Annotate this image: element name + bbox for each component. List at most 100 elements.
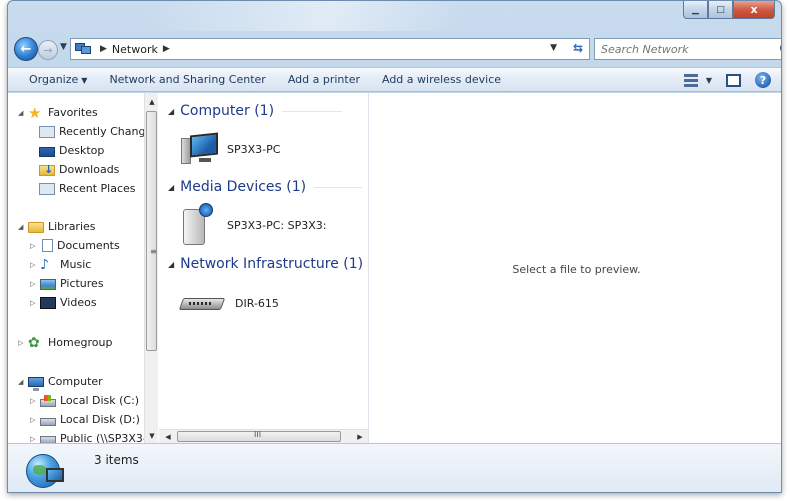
network-item-computer[interactable]: SP3X3-PC (181, 131, 280, 167)
nav-desktop[interactable]: Desktop (39, 141, 104, 160)
router-icon (178, 292, 226, 314)
command-bar-right: ▼ ? (683, 72, 771, 88)
forward-button[interactable]: → (38, 40, 58, 60)
collapsed-triangle-icon[interactable]: ▷ (30, 416, 40, 424)
navigation-scrollbar[interactable]: ▲ ≡ ▼ (144, 93, 158, 443)
expanded-triangle-icon[interactable]: ◢ (18, 378, 28, 386)
nav-favorites[interactable]: ◢ ★ Favorites (18, 103, 98, 122)
nav-computer-label: Computer (48, 375, 103, 388)
nav-local-disk-c[interactable]: ▷ Local Disk (C:) (30, 391, 139, 410)
help-icon[interactable]: ? (755, 72, 771, 88)
nav-documents-label: Documents (57, 239, 120, 252)
navigation-pane: ◢ ★ Favorites Recently Change Desktop Do… (8, 93, 158, 443)
nav-local-disk-d-label: Local Disk (D:) (60, 413, 140, 426)
group-header-label: Network Infrastructure (1) (180, 256, 364, 272)
network-sharing-center-button[interactable]: Network and Sharing Center (102, 73, 272, 86)
nav-videos-label: Videos (60, 296, 97, 309)
collapsed-triangle-icon[interactable]: ▷ (30, 242, 40, 250)
close-button[interactable]: x (733, 1, 775, 19)
network-item-router[interactable]: DIR-615 (178, 285, 279, 321)
title-bar-glass (148, 1, 668, 31)
libraries-icon (28, 222, 44, 233)
nav-desktop-label: Desktop (59, 144, 105, 157)
scroll-down-arrow-icon[interactable]: ▼ (145, 429, 158, 443)
group-header-media-devices[interactable]: ◢ Media Devices (1) (168, 177, 363, 197)
scrollbar-thumb[interactable]: ≡ (146, 111, 157, 351)
group-header-label: Media Devices (1) (180, 179, 307, 195)
chevron-down-icon: ▼ (705, 75, 712, 85)
scrollbar-grip: III (254, 430, 262, 439)
system-drive-icon (40, 394, 56, 407)
preview-message: Select a file to preview. (512, 263, 641, 276)
breadcrumb-network[interactable]: Network (112, 43, 158, 56)
add-wireless-device-button[interactable]: Add a wireless device (375, 73, 508, 86)
preview-pane-icon[interactable] (726, 73, 741, 87)
scroll-right-arrow-icon[interactable]: ▶ (353, 430, 367, 443)
nav-libraries-label: Libraries (48, 220, 96, 233)
back-button[interactable]: ← (14, 37, 38, 61)
pictures-icon (40, 279, 56, 290)
nav-recently-changed-label: Recently Change (59, 125, 153, 138)
collapsed-triangle-icon[interactable]: ▷ (30, 435, 40, 443)
nav-documents[interactable]: ▷ Documents (30, 236, 120, 255)
recent-pages-dropdown[interactable]: ▼ (60, 42, 67, 52)
recent-places-icon (39, 183, 55, 195)
collapse-triangle-icon[interactable]: ◢ (168, 260, 174, 269)
nav-downloads[interactable]: Downloads (39, 160, 119, 179)
collapsed-triangle-icon[interactable]: ▷ (30, 280, 40, 288)
desktop-icon (39, 146, 55, 157)
group-header-computer[interactable]: ◢ Computer (1) (168, 101, 343, 121)
horizontal-scrollbar[interactable]: ◀ III ▶ (159, 429, 368, 443)
nav-recently-changed[interactable]: Recently Change (39, 122, 152, 141)
address-history-dropdown-icon[interactable]: ▼ (550, 43, 557, 53)
forward-arrow-icon: → (43, 43, 53, 57)
minimize-button[interactable]: ▁ (683, 1, 708, 19)
collapse-triangle-icon[interactable]: ◢ (168, 183, 174, 192)
music-icon: ♪ (40, 256, 49, 273)
documents-icon (42, 239, 53, 252)
maximize-button[interactable]: □ (708, 1, 733, 19)
nav-homegroup[interactable]: ▷ ✿ Homegroup (18, 333, 112, 352)
drive-icon (40, 417, 56, 426)
change-view-button[interactable]: ▼ (683, 73, 712, 87)
network-items-pane: ◢ Computer (1) SP3X3-PC ◢ Media Devices … (159, 93, 369, 443)
breadcrumb-separator-icon[interactable]: ▶ (100, 44, 107, 54)
nav-videos[interactable]: ▷ Videos (30, 293, 97, 312)
nav-music[interactable]: ▷ ♪ Music (30, 255, 91, 274)
back-arrow-icon: ← (20, 41, 32, 57)
breadcrumb-chevron-icon[interactable]: ▶ (163, 44, 170, 54)
homegroup-icon: ✿ (28, 334, 40, 351)
expanded-triangle-icon[interactable]: ◢ (18, 109, 28, 117)
item-label: SP3X3-PC: SP3X3: (227, 218, 327, 232)
add-printer-button[interactable]: Add a printer (281, 73, 367, 86)
address-bar[interactable]: ▶ Network ▶ ▼ ⇆ (70, 38, 590, 60)
nav-public-share[interactable]: ▷ Public (\\SP3X3-I (30, 429, 150, 443)
scroll-left-arrow-icon[interactable]: ◀ (161, 430, 175, 443)
collapsed-triangle-icon[interactable]: ▷ (30, 397, 40, 405)
search-input[interactable] (601, 42, 771, 56)
details-pane: 3 items (8, 443, 781, 492)
nav-pictures[interactable]: ▷ Pictures (30, 274, 104, 293)
group-header-network-infrastructure[interactable]: ◢ Network Infrastructure (1) (168, 254, 368, 274)
nav-homegroup-label: Homegroup (48, 336, 113, 349)
organize-menu[interactable]: Organize ▼ (22, 73, 94, 86)
nav-libraries[interactable]: ◢ Libraries (18, 217, 96, 236)
search-icon[interactable] (780, 43, 781, 53)
collapsed-triangle-icon[interactable]: ▷ (30, 299, 40, 307)
chevron-down-icon: ▼ (81, 76, 88, 85)
nav-recent-places[interactable]: Recent Places (39, 179, 136, 198)
views-icon (683, 73, 700, 87)
scrollbar-thumb[interactable]: III (177, 430, 341, 442)
nav-local-disk-d[interactable]: ▷ Local Disk (D:) (30, 410, 140, 429)
caption-buttons: ▁ □ x (683, 1, 775, 19)
scroll-up-arrow-icon[interactable]: ▲ (145, 95, 158, 109)
collapsed-triangle-icon[interactable]: ▷ (18, 339, 28, 347)
expanded-triangle-icon[interactable]: ◢ (18, 223, 28, 231)
network-item-media-device[interactable]: SP3X3-PC: SP3X3: (181, 203, 327, 245)
preview-pane: Select a file to preview. (370, 93, 781, 443)
refresh-icon[interactable]: ⇆ (573, 41, 583, 55)
search-box[interactable] (594, 38, 781, 60)
nav-computer[interactable]: ◢ Computer (18, 372, 103, 391)
collapsed-triangle-icon[interactable]: ▷ (30, 261, 40, 269)
collapse-triangle-icon[interactable]: ◢ (168, 107, 174, 116)
